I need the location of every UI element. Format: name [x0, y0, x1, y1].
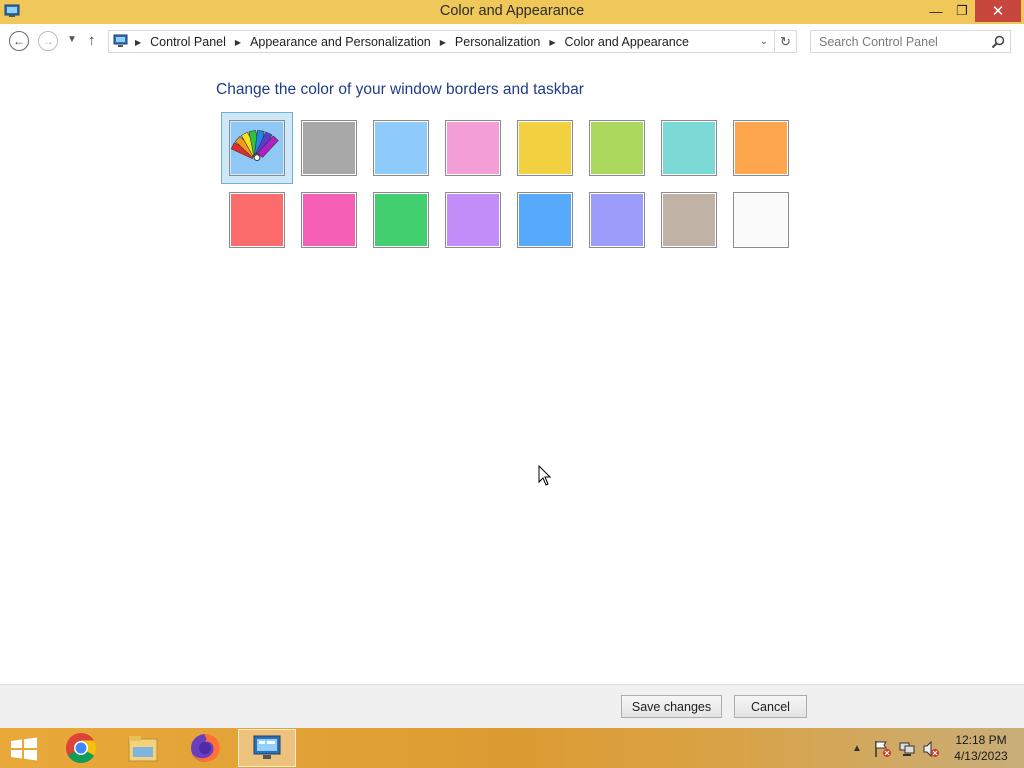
breadcrumb-color-and-appearance[interactable]: Color and Appearance — [565, 35, 689, 49]
color-swatch-lime[interactable] — [589, 120, 645, 176]
breadcrumb-separator-icon[interactable]: ▶ — [440, 38, 446, 47]
breadcrumb-personalization[interactable]: Personalization — [455, 35, 540, 49]
breadcrumb-separator-icon[interactable]: ▶ — [135, 38, 141, 47]
up-arrow-icon[interactable]: ↑ — [88, 32, 96, 49]
color-swatch-automatic[interactable] — [229, 120, 285, 176]
network-icon[interactable] — [898, 740, 916, 758]
clock-time: 12:18 PM — [955, 733, 1007, 747]
breadcrumb-control-panel[interactable]: Control Panel — [150, 35, 226, 49]
refresh-icon[interactable]: ↻ — [775, 30, 797, 53]
volume-muted-icon[interactable] — [922, 740, 940, 758]
control-panel-icon — [253, 735, 281, 759]
swatch-fill — [663, 122, 715, 174]
swatch-fill — [519, 122, 571, 174]
taskbar-firefox[interactable] — [176, 729, 234, 767]
chrome-icon — [66, 733, 97, 764]
swatch-fill — [375, 194, 427, 246]
color-palette-icon — [230, 130, 279, 162]
swatch-fill — [447, 194, 499, 246]
color-swatch-blue[interactable] — [517, 192, 573, 248]
color-swatch-taupe[interactable] — [661, 192, 717, 248]
swatch-fill — [591, 194, 643, 246]
taskbar-file-explorer[interactable] — [114, 729, 172, 767]
color-swatch-yellow[interactable] — [517, 120, 573, 176]
forward-arrow-icon[interactable]: → — [38, 31, 58, 51]
breadcrumb-separator-icon[interactable]: ▶ — [549, 38, 555, 47]
color-swatch-periwinkle[interactable] — [589, 192, 645, 248]
breadcrumb: ▶ Control Panel ▶ Appearance and Persona… — [133, 35, 689, 49]
swatch-fill — [231, 194, 283, 246]
color-swatch-white[interactable] — [733, 192, 789, 248]
search-icon[interactable] — [991, 35, 1005, 49]
window-title: Color and Appearance — [439, 3, 585, 19]
page-heading: Change the color of your window borders … — [216, 81, 584, 98]
breadcrumb-separator-icon[interactable]: ▶ — [235, 38, 241, 47]
windows-start-icon[interactable] — [9, 737, 39, 761]
taskbar-clock[interactable]: 12:18 PM 4/13/2023 — [944, 732, 1018, 764]
color-swatch-violet[interactable] — [445, 192, 501, 248]
swatch-fill — [447, 122, 499, 174]
recent-locations-chevron-icon[interactable]: ▼ — [67, 34, 77, 45]
clock-date: 4/13/2023 — [954, 749, 1008, 763]
search-box[interactable] — [810, 30, 1011, 53]
close-button[interactable]: ✕ — [975, 0, 1021, 22]
restore-button[interactable]: ❐ — [947, 0, 977, 22]
taskbar: ▲ 12:18 PM 4/13/2023 — [0, 728, 1024, 768]
control-panel-location-icon — [113, 34, 128, 47]
swatch-fill — [303, 194, 355, 246]
swatch-fill — [735, 122, 787, 174]
breadcrumb-appearance-and-personalization[interactable]: Appearance and Personalization — [250, 35, 431, 49]
swatch-fill — [303, 122, 355, 174]
mouse-pointer-icon — [538, 465, 552, 486]
save-changes-button[interactable]: Save changes — [621, 695, 722, 718]
back-arrow-icon[interactable]: ← — [9, 31, 29, 51]
action-center-flag-icon[interactable] — [874, 740, 892, 758]
color-swatch-teal[interactable] — [661, 120, 717, 176]
taskbar-control-panel[interactable] — [238, 729, 296, 767]
search-input[interactable] — [811, 31, 986, 52]
cancel-button[interactable]: Cancel — [734, 695, 807, 718]
color-swatch-sky-blue[interactable] — [373, 120, 429, 176]
color-swatch-magenta[interactable] — [301, 192, 357, 248]
color-swatch-gray[interactable] — [301, 120, 357, 176]
swatch-fill — [519, 194, 571, 246]
color-swatch-green[interactable] — [373, 192, 429, 248]
address-dropdown-chevron-icon[interactable]: ⌄ — [760, 36, 768, 47]
swatch-fill — [663, 194, 715, 246]
taskbar-chrome[interactable] — [52, 729, 110, 767]
address-bar[interactable]: ▶ Control Panel ▶ Appearance and Persona… — [108, 30, 775, 53]
swatch-fill — [735, 194, 787, 246]
color-swatch-pink[interactable] — [445, 120, 501, 176]
firefox-icon — [191, 733, 220, 762]
swatch-fill — [375, 122, 427, 174]
file-explorer-icon — [128, 736, 158, 762]
button-bar: Save changes Cancel — [0, 684, 1024, 728]
swatch-fill — [591, 122, 643, 174]
title-bar: Color and Appearance — ❐ ✕ — [0, 0, 1024, 24]
navigation-bar: ← → ▼ ↑ ▶ Control Panel ▶ Appearance and… — [0, 24, 1024, 60]
show-hidden-icon[interactable]: ▲ — [852, 728, 862, 768]
color-swatch-orange[interactable] — [733, 120, 789, 176]
color-swatch-red[interactable] — [229, 192, 285, 248]
